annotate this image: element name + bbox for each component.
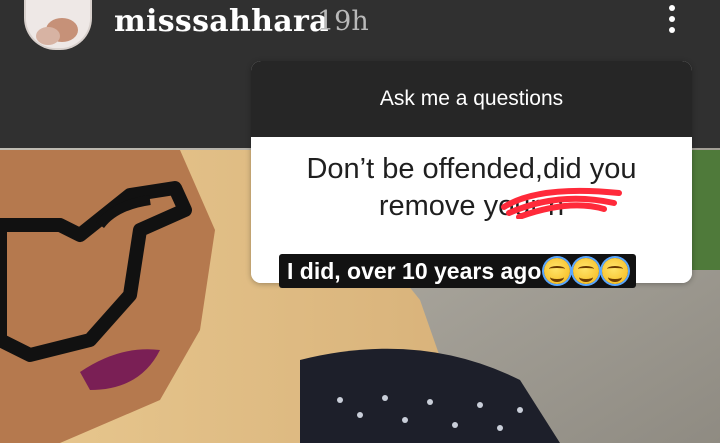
answer-caption: I did, over 10 years ago [279, 254, 637, 288]
story-timestamp: 19h [317, 6, 369, 37]
avatar-image [26, 0, 90, 48]
halo-emoji-icon [602, 258, 629, 284]
halo-emoji-icon [544, 258, 571, 284]
question-sticker: Ask me a questions Don’t be offended,did… [251, 61, 692, 283]
answer-text: I did, over 10 years ago [287, 258, 542, 284]
story-username[interactable]: misssahhara [114, 4, 329, 39]
more-vertical-icon[interactable] [660, 2, 684, 36]
question-sticker-header: Ask me a questions [251, 61, 692, 137]
halo-emoji-icon [573, 258, 600, 284]
redaction-scribble [501, 187, 622, 219]
